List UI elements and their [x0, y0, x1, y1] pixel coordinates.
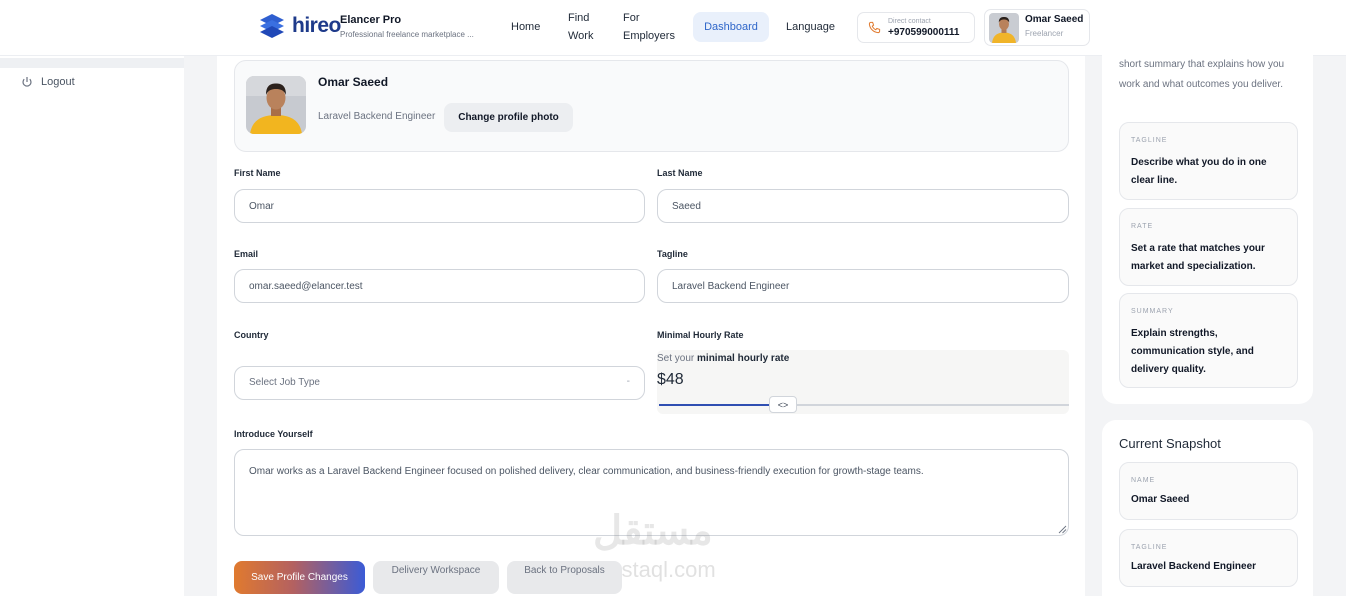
country-label: Country: [234, 330, 269, 340]
snapshot-value: Omar Saeed: [1131, 494, 1190, 505]
logout-label: Logout: [41, 76, 75, 88]
user-name: Omar Saeed: [1025, 14, 1084, 25]
nav-for-employers[interactable]: For Employers: [623, 9, 675, 45]
profile-name: Omar Saeed: [318, 75, 389, 89]
delivery-workspace-button[interactable]: Delivery Workspace: [373, 561, 499, 594]
snapshot-title: Current Snapshot: [1119, 436, 1221, 451]
app-subtitle: Professional freelance marketplace ...: [340, 30, 474, 39]
tagline-field[interactable]: [657, 269, 1069, 303]
intro-label: Introduce Yourself: [234, 429, 313, 439]
snapshot-tagline-card: TAGLINE Laravel Backend Engineer: [1119, 529, 1298, 587]
tip-text: Describe what you do in one clear line.: [1131, 157, 1267, 186]
profile-role: Laravel Backend Engineer: [318, 111, 436, 122]
rate-hint-prefix: Set your: [657, 353, 695, 364]
user-role: Freelancer: [1025, 29, 1064, 38]
sidebar-divider: [0, 58, 184, 68]
power-icon: [22, 77, 32, 87]
email-label: Email: [234, 249, 259, 259]
save-profile-button[interactable]: Save Profile Changes: [234, 561, 365, 594]
rate-value: $48: [657, 371, 684, 388]
tip-text: Explain strengths, communication style, …: [1131, 328, 1254, 375]
rate-slider-track[interactable]: [659, 404, 1069, 406]
tip-card-rate: RATE Set a rate that matches your market…: [1119, 208, 1298, 286]
tagline-label: Tagline: [657, 249, 688, 259]
brand-word: hireo: [292, 14, 341, 37]
nav-home[interactable]: Home: [511, 18, 540, 36]
nav-employers-label-2: Employers: [623, 30, 675, 42]
contact-phone: +970599000111: [888, 27, 960, 38]
nav-employers-label-1: For: [623, 12, 640, 24]
nav-find-work-label-1: Find: [568, 12, 590, 24]
sidebar: [0, 0, 184, 596]
rate-label: Minimal Hourly Rate: [657, 330, 744, 340]
app-title-block: Elancer Pro Professional freelance marke…: [340, 14, 474, 39]
rate-hint-bold: minimal hourly rate: [697, 353, 790, 364]
last-name-label: Last Name: [657, 168, 703, 178]
rate-slider-fill: [659, 404, 770, 406]
logout-link[interactable]: Logout: [21, 76, 75, 88]
back-to-proposals-button[interactable]: Back to Proposals: [507, 561, 622, 594]
phone-icon: [868, 21, 881, 34]
country-select[interactable]: Select Job Type -: [234, 366, 645, 400]
snapshot-tag: NAME: [1131, 477, 1156, 484]
nav-home-label: Home: [511, 21, 541, 33]
tip-tag: TAGLINE: [1131, 137, 1168, 144]
contact-label: Direct contact: [888, 18, 931, 25]
snapshot-value: Laravel Backend Engineer: [1131, 561, 1257, 572]
user-menu[interactable]: Omar Saeed Freelancer: [984, 9, 1090, 46]
first-name-label: First Name: [234, 168, 281, 178]
tip-tag: RATE: [1131, 223, 1154, 230]
intro-textarea[interactable]: Omar works as a Laravel Backend Engineer…: [234, 449, 1069, 536]
tip-tag: SUMMARY: [1131, 308, 1174, 315]
avatar: [989, 13, 1019, 43]
email-field[interactable]: [234, 269, 645, 303]
last-name-field[interactable]: [657, 189, 1069, 223]
profile-summary-card: [234, 60, 1069, 152]
rate-hint: Set your minimal hourly rate: [657, 353, 789, 364]
direct-contact[interactable]: Direct contact +970599000111: [857, 12, 975, 43]
tips-intro: short summary that explains how you work…: [1119, 59, 1285, 90]
rate-slider-handle[interactable]: <>: [769, 396, 797, 413]
tip-card-summary: SUMMARY Explain strengths, communication…: [1119, 293, 1298, 388]
tip-card-tagline: TAGLINE Describe what you do in one clea…: [1119, 122, 1298, 200]
snapshot-name-card: NAME Omar Saeed: [1119, 462, 1298, 520]
first-name-field[interactable]: [234, 189, 645, 223]
app-title: Elancer Pro: [340, 14, 402, 26]
hireo-logo-icon: [258, 12, 286, 40]
profile-photo: [246, 76, 306, 134]
resize-grip-icon[interactable]: [1058, 525, 1067, 534]
change-profile-photo-button[interactable]: Change profile photo: [444, 103, 573, 132]
country-select-value: Select Job Type: [249, 377, 320, 388]
brand-logo[interactable]: hireo: [258, 12, 341, 40]
nav-find-work-label-2: Work: [568, 30, 594, 42]
nav-find-work[interactable]: Find Work: [568, 9, 593, 45]
snapshot-tag: TAGLINE: [1131, 544, 1168, 551]
nav-language-label: Language: [786, 21, 835, 33]
tip-text: Set a rate that matches your market and …: [1131, 243, 1265, 272]
select-caret-icon: -: [626, 376, 630, 387]
nav-language[interactable]: Language: [786, 18, 835, 36]
nav-dashboard[interactable]: Dashboard: [693, 12, 769, 42]
